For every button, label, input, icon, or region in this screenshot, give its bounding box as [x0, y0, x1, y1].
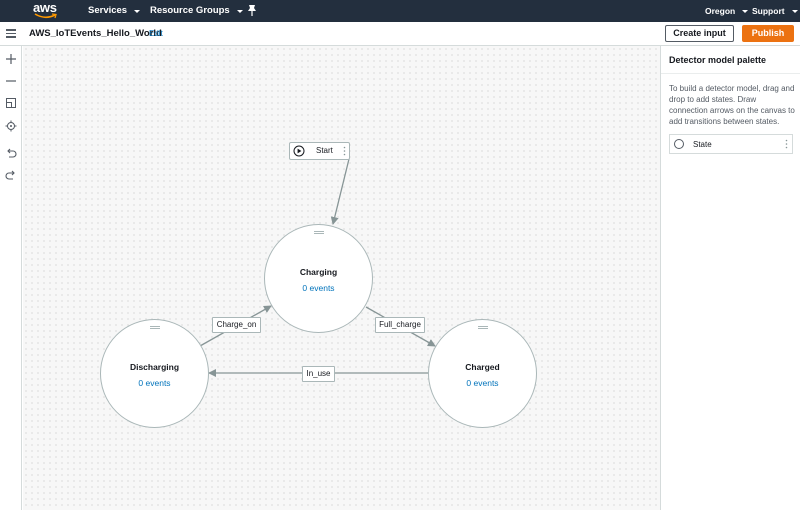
palette-item-state[interactable]: State — [669, 134, 793, 154]
state-events-link[interactable]: 0 events — [101, 378, 208, 388]
resource-groups-menu[interactable]: Resource Groups — [150, 0, 243, 22]
region-menu[interactable]: Oregon — [705, 0, 749, 22]
start-label: Start — [316, 146, 333, 155]
support-menu[interactable]: Support — [752, 0, 798, 22]
zoom-out-icon[interactable] — [5, 75, 17, 87]
drag-handle-icon[interactable] — [785, 139, 788, 149]
drag-handle-icon[interactable] — [313, 231, 324, 234]
chevron-down-icon — [742, 9, 749, 13]
palette-title: Detector model palette — [669, 55, 767, 65]
state-charging[interactable]: Charging 0 events — [264, 224, 373, 333]
palette-item-label: State — [693, 140, 712, 149]
state-events-link[interactable]: 0 events — [265, 283, 372, 293]
zoom-in-icon[interactable] — [5, 53, 17, 65]
play-icon — [293, 145, 305, 157]
detector-model-canvas[interactable]: Start Charging 0 events Discharging 0 ev… — [23, 46, 660, 510]
start-arrow — [330, 158, 350, 225]
resource-groups-label: Resource Groups — [150, 5, 230, 16]
state-name: Discharging — [129, 362, 180, 372]
state-name: Charging — [299, 267, 338, 277]
center-target-icon[interactable] — [5, 120, 17, 132]
region-label: Oregon — [705, 6, 736, 16]
aws-logo[interactable]: aws — [33, 1, 59, 21]
menu-icon[interactable] — [6, 29, 16, 38]
transition-label-in-use[interactable]: In_use — [302, 366, 335, 382]
fit-to-screen-icon[interactable] — [5, 97, 17, 109]
create-input-button[interactable]: Create input — [665, 25, 734, 42]
chevron-down-icon — [236, 9, 243, 13]
state-discharging[interactable]: Discharging 0 events — [100, 319, 209, 428]
pin-icon[interactable] — [246, 4, 258, 18]
canvas-tools-rail — [0, 46, 22, 510]
transition-label-charge-on[interactable]: Charge_on — [212, 317, 261, 333]
start-node[interactable]: Start — [289, 142, 350, 160]
palette-description: To build a detector model, drag and drop… — [669, 84, 795, 126]
state-name: Charged — [465, 362, 500, 372]
services-label: Services — [88, 5, 128, 16]
palette-header: Detector model palette — [661, 46, 800, 74]
aws-smile-icon — [34, 13, 57, 19]
drag-handle-icon[interactable] — [149, 326, 160, 329]
publish-button[interactable]: Publish — [742, 25, 794, 42]
support-label: Support — [752, 6, 785, 16]
chevron-down-icon — [791, 9, 798, 13]
transition-label-full-charge[interactable]: Full_charge — [375, 317, 425, 333]
detector-model-palette: Detector model palette To build a detect… — [660, 46, 800, 510]
state-charged[interactable]: Charged 0 events — [428, 319, 537, 428]
edit-name-link[interactable]: Edit — [149, 29, 163, 38]
redo-icon[interactable] — [5, 169, 17, 181]
drag-handle-icon[interactable] — [477, 326, 488, 329]
model-name: AWS_IoTEvents_Hello_World — [29, 28, 162, 39]
top-navigation-bar: aws Services Resource Groups Oregon Supp… — [0, 0, 800, 22]
undo-icon[interactable] — [5, 147, 17, 159]
state-shape-icon — [674, 139, 684, 149]
chevron-down-icon — [134, 9, 141, 13]
services-menu[interactable]: Services — [88, 0, 141, 22]
drag-handle-icon[interactable] — [343, 146, 346, 156]
state-events-link[interactable]: 0 events — [429, 378, 536, 388]
